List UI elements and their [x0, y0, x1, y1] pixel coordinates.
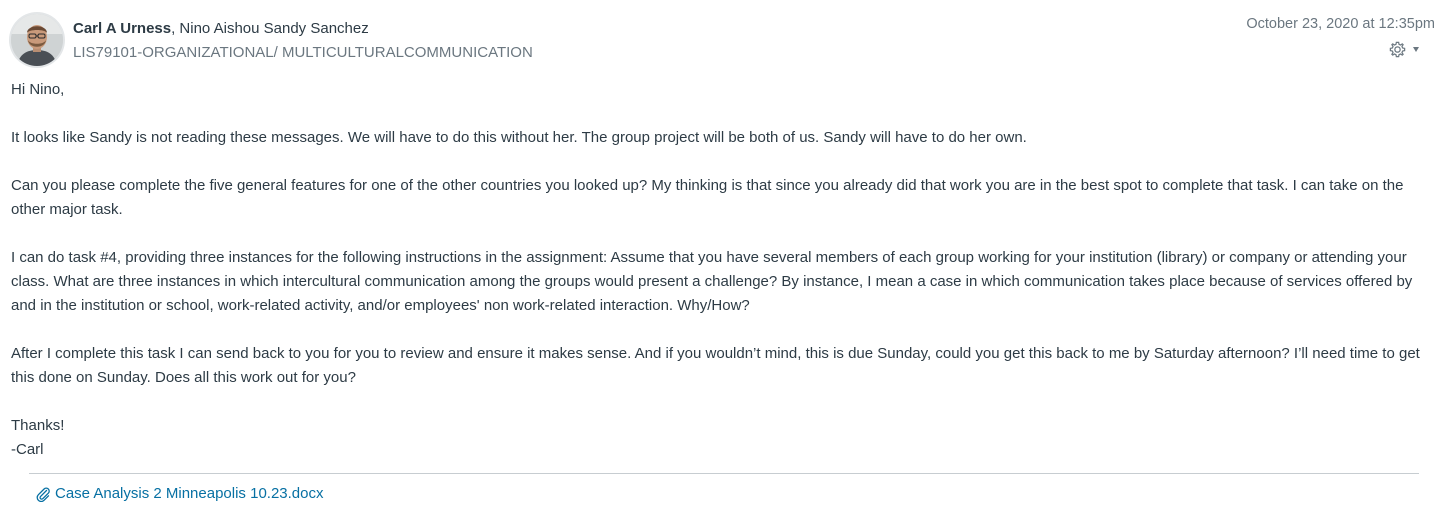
author-line: Carl A Urness, Nino Aishou Sandy Sanchez — [73, 19, 369, 39]
attachment-filename[interactable]: Case Analysis 2 Minneapolis 10.23.docx — [55, 484, 324, 504]
message-paragraph: After I complete this task I can send ba… — [11, 345, 1420, 386]
message-paragraph: It looks like Sandy is not reading these… — [11, 129, 1027, 146]
message-closing: Thanks! — [11, 417, 65, 434]
message-signature: -Carl — [11, 441, 44, 458]
course-name: LIS79101-ORGANIZATIONAL/ MULTICULTURALCO… — [73, 44, 533, 61]
caret-down-icon — [1413, 46, 1419, 52]
author-name: Carl A Urness — [73, 20, 172, 37]
attachment-link[interactable]: Case Analysis 2 Minneapolis 10.23.docx — [35, 484, 324, 504]
gear-icon — [1389, 41, 1406, 57]
message-body: Hi Nino, It looks like Sandy is not read… — [11, 78, 1436, 462]
message-paragraph: Can you please complete the five general… — [11, 177, 1404, 218]
paperclip-icon — [36, 487, 50, 502]
message-paragraph: I can do task #4, providing three instan… — [11, 249, 1413, 314]
message-timestamp: October 23, 2020 at 12:35pm — [1246, 16, 1435, 32]
attachments-divider — [29, 473, 1419, 474]
message-header: Carl A Urness, Nino Aishou Sandy Sanchez… — [0, 0, 1446, 78]
settings-menu-button[interactable] — [1388, 39, 1428, 59]
recipients: , Nino Aishou Sandy Sanchez — [171, 20, 369, 37]
message-greeting: Hi Nino, — [11, 81, 65, 98]
avatar[interactable] — [11, 14, 63, 66]
